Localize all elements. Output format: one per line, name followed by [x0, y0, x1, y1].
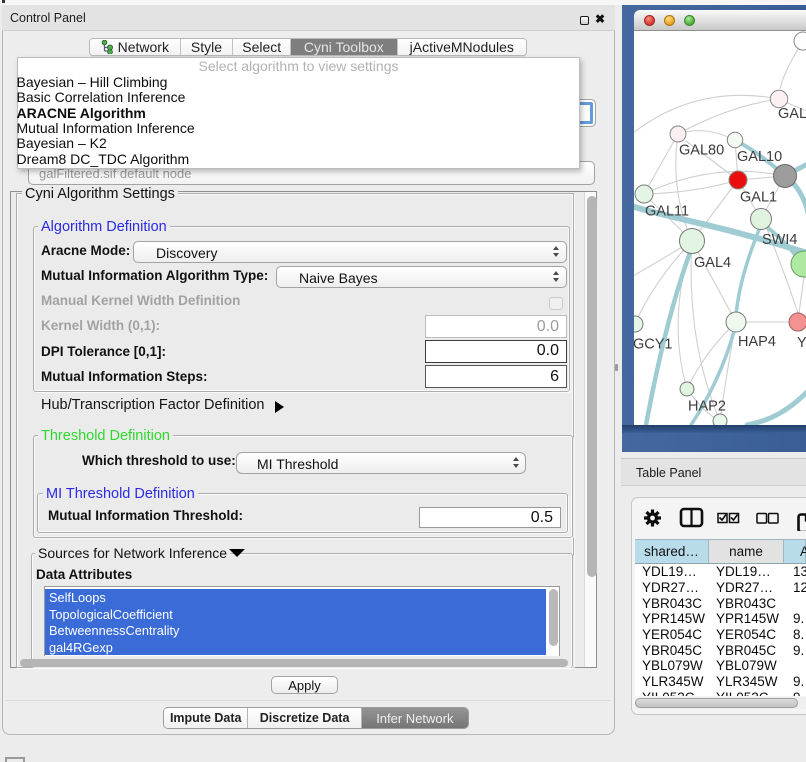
svg-text:GAL10: GAL10 [737, 149, 782, 165]
svg-text:GAL4: GAL4 [694, 255, 731, 271]
svg-text:GAL1: GAL1 [740, 190, 777, 206]
svg-text:HAP4: HAP4 [738, 334, 776, 350]
svg-text:GAL7: GAL7 [778, 106, 806, 122]
svg-text:GAL80: GAL80 [679, 143, 724, 159]
svg-text:HAP2: HAP2 [688, 399, 726, 415]
svg-text:GCY1: GCY1 [634, 337, 673, 353]
svg-text:Y: Y [797, 335, 806, 351]
svg-text:SWI4: SWI4 [762, 232, 797, 248]
svg-text:GAL11: GAL11 [645, 204, 689, 220]
